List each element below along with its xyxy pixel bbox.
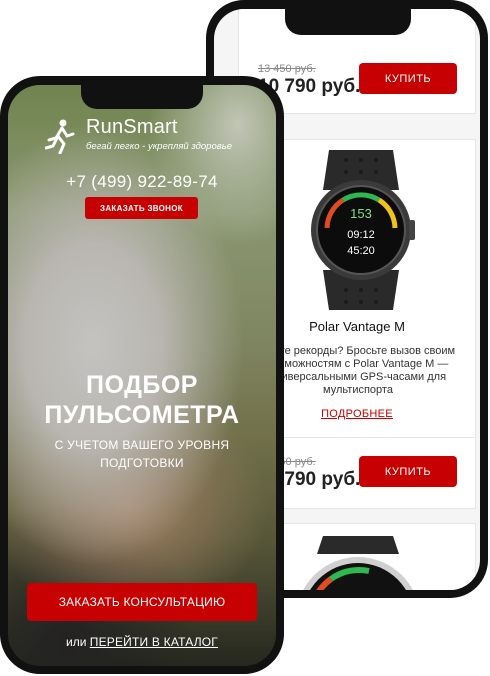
landing-screen: RunSmart бегай легко - укрепляй здоровье… — [8, 85, 276, 666]
hero-subtitle: С УЧЕТОМ ВАШЕГО УРОВНЯ ПОДГОТОВКИ — [54, 438, 230, 470]
phone-notch — [81, 85, 203, 109]
old-price: 13 450 руб. — [258, 63, 316, 75]
brand-name: RunSmart — [86, 116, 178, 138]
buy-button[interactable]: КУПИТЬ — [359, 456, 457, 487]
watch-time: 45:20 — [347, 245, 375, 257]
hero-title: ПОДБОР ПУЛЬСОМЕТРА — [8, 370, 276, 430]
catalog-link-row: или ПЕРЕЙТИ В КАТАЛОГ — [8, 635, 276, 649]
runner-logo-icon — [45, 119, 75, 154]
order-call-button[interactable]: ЗАКАЗАТЬ ЗВОНОК — [85, 197, 198, 219]
hero-title-line: ПОДБОР — [86, 371, 198, 399]
buy-button[interactable]: КУПИТЬ — [359, 63, 457, 94]
product-description: Бьете рекорды? Бросьте вызов своим возмо… — [260, 345, 456, 396]
smartwatch-image: 153 09:12 45:20 — [291, 150, 431, 310]
brand-tagline: бегай легко - укрепляй здоровье — [86, 141, 232, 152]
phone-number[interactable]: +7 (499) 922-89-74 — [8, 172, 276, 192]
watch-pace: 09:12 — [347, 229, 375, 241]
go-to-catalog-link[interactable]: ПЕРЕЙТИ В КАТАЛОГ — [90, 635, 218, 649]
order-consultation-button[interactable]: ЗАКАЗАТЬ КОНСУЛЬТАЦИЮ — [27, 583, 257, 621]
or-label: или — [65, 635, 87, 649]
watch-heart-rate: 153 — [350, 206, 372, 221]
phone-notch — [285, 9, 411, 35]
landing-phone-mockup: RunSmart бегай легко - укрепляй здоровье… — [0, 76, 284, 674]
hero-title-line: ПУЛЬСОМЕТРА — [44, 401, 240, 429]
